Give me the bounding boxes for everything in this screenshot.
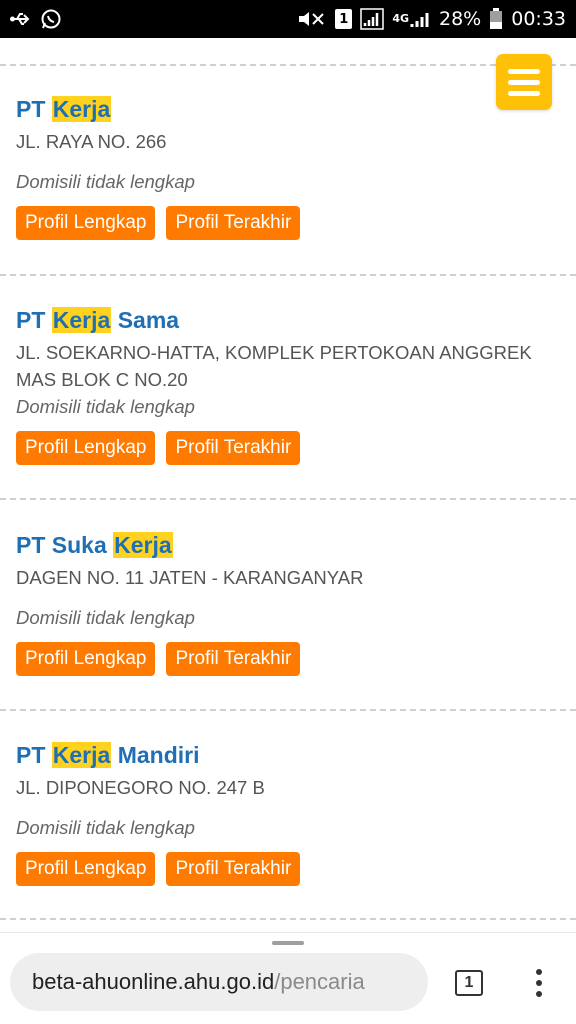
dot [536,991,542,997]
domisili-status: Domisili tidak lengkap [16,607,195,628]
usb-icon [10,9,32,29]
profil-terakhir-button[interactable]: Profil Terakhir [166,431,301,465]
url-bar[interactable]: beta-ahuonline.ahu.go.id/pencaria [10,953,428,1011]
company-address: JL. RAYA NO. 266 [16,131,167,152]
name-prefix: PT Suka [16,532,114,558]
hamburger-menu-button[interactable] [496,54,552,110]
action-buttons: Profil Lengkap Profil Terakhir [16,642,560,676]
domisili-status: Domisili tidak lengkap [16,396,195,417]
tab-switcher-button[interactable]: 1 [455,970,483,996]
divider [0,274,576,276]
company-name[interactable]: PT Kerja [16,94,560,124]
menu-icon [508,68,540,74]
result-card: PT Kerja Sama JL. SOEKARNO-HATTA, KOMPLE… [16,305,560,465]
action-buttons: Profil Lengkap Profil Terakhir [16,852,560,886]
network-4g-icon: 4G [392,9,431,29]
profil-terakhir-button[interactable]: Profil Terakhir [166,206,301,240]
result-card: PT Kerja JL. RAYA NO. 266 Domisili tidak… [16,94,560,240]
url-domain: beta-ahuonline.ahu.go.id [32,969,275,994]
url-path: /pencaria [274,969,365,994]
action-buttons: Profil Lengkap Profil Terakhir [16,206,560,240]
action-buttons: Profil Lengkap Profil Terakhir [16,431,560,465]
result-card: PT Suka Kerja DAGEN NO. 11 JATEN - KARAN… [16,530,560,676]
name-prefix: PT [16,307,52,333]
dot [536,969,542,975]
domisili-status: Domisili tidak lengkap [16,817,195,838]
divider [0,709,576,711]
name-highlight: Kerja [113,532,173,558]
company-address: DAGEN NO. 11 JATEN - KARANGANYAR [16,567,364,588]
battery-percent: 28% [439,8,482,30]
status-right: 1 4G 28% 00:33 [297,8,566,30]
divider [0,64,576,66]
status-bar: 1 4G 28% 00:33 [0,0,576,38]
company-name[interactable]: PT Suka Kerja [16,530,560,560]
battery-icon [489,8,503,30]
status-left [10,8,62,30]
company-name[interactable]: PT Kerja Sama [16,305,560,335]
divider [0,498,576,500]
profil-lengkap-button[interactable]: Profil Lengkap [16,852,156,886]
profil-lengkap-button[interactable]: Profil Lengkap [16,206,156,240]
company-address: JL. SOEKARNO-HATTA, KOMPLEK PERTOKOAN AN… [16,342,532,390]
dot [536,980,542,986]
browser-toolbar: beta-ahuonline.ahu.go.id/pencaria 1 [0,932,576,1024]
drag-handle[interactable] [272,941,304,945]
profil-lengkap-button[interactable]: Profil Lengkap [16,431,156,465]
profil-lengkap-button[interactable]: Profil Lengkap [16,642,156,676]
result-card: PT Kerja Mandiri JL. DIPONEGORO NO. 247 … [16,740,560,886]
profil-terakhir-button[interactable]: Profil Terakhir [166,642,301,676]
overflow-menu-icon[interactable] [530,967,548,999]
name-suffix: Sama [111,307,180,333]
search-results: PT Kerja JL. RAYA NO. 266 Domisili tidak… [0,38,576,932]
name-suffix: Mandiri [111,742,200,768]
company-address: JL. DIPONEGORO NO. 247 B [16,777,265,798]
whatsapp-icon [40,8,62,30]
menu-icon [508,90,540,96]
name-highlight: Kerja [51,307,112,333]
domisili-status: Domisili tidak lengkap [16,171,195,192]
company-name[interactable]: PT Kerja Mandiri [16,740,560,770]
name-highlight: Kerja [51,96,112,122]
name-prefix: PT [16,96,52,122]
divider [0,918,576,920]
mute-icon [297,9,327,29]
sim-icon: 1 [335,9,353,29]
profil-terakhir-button[interactable]: Profil Terakhir [166,852,301,886]
signal-icon [360,8,385,30]
name-prefix: PT [16,742,52,768]
name-highlight: Kerja [51,742,112,768]
menu-icon [508,79,540,85]
clock: 00:33 [511,8,566,30]
network-label: 4G [392,12,409,25]
